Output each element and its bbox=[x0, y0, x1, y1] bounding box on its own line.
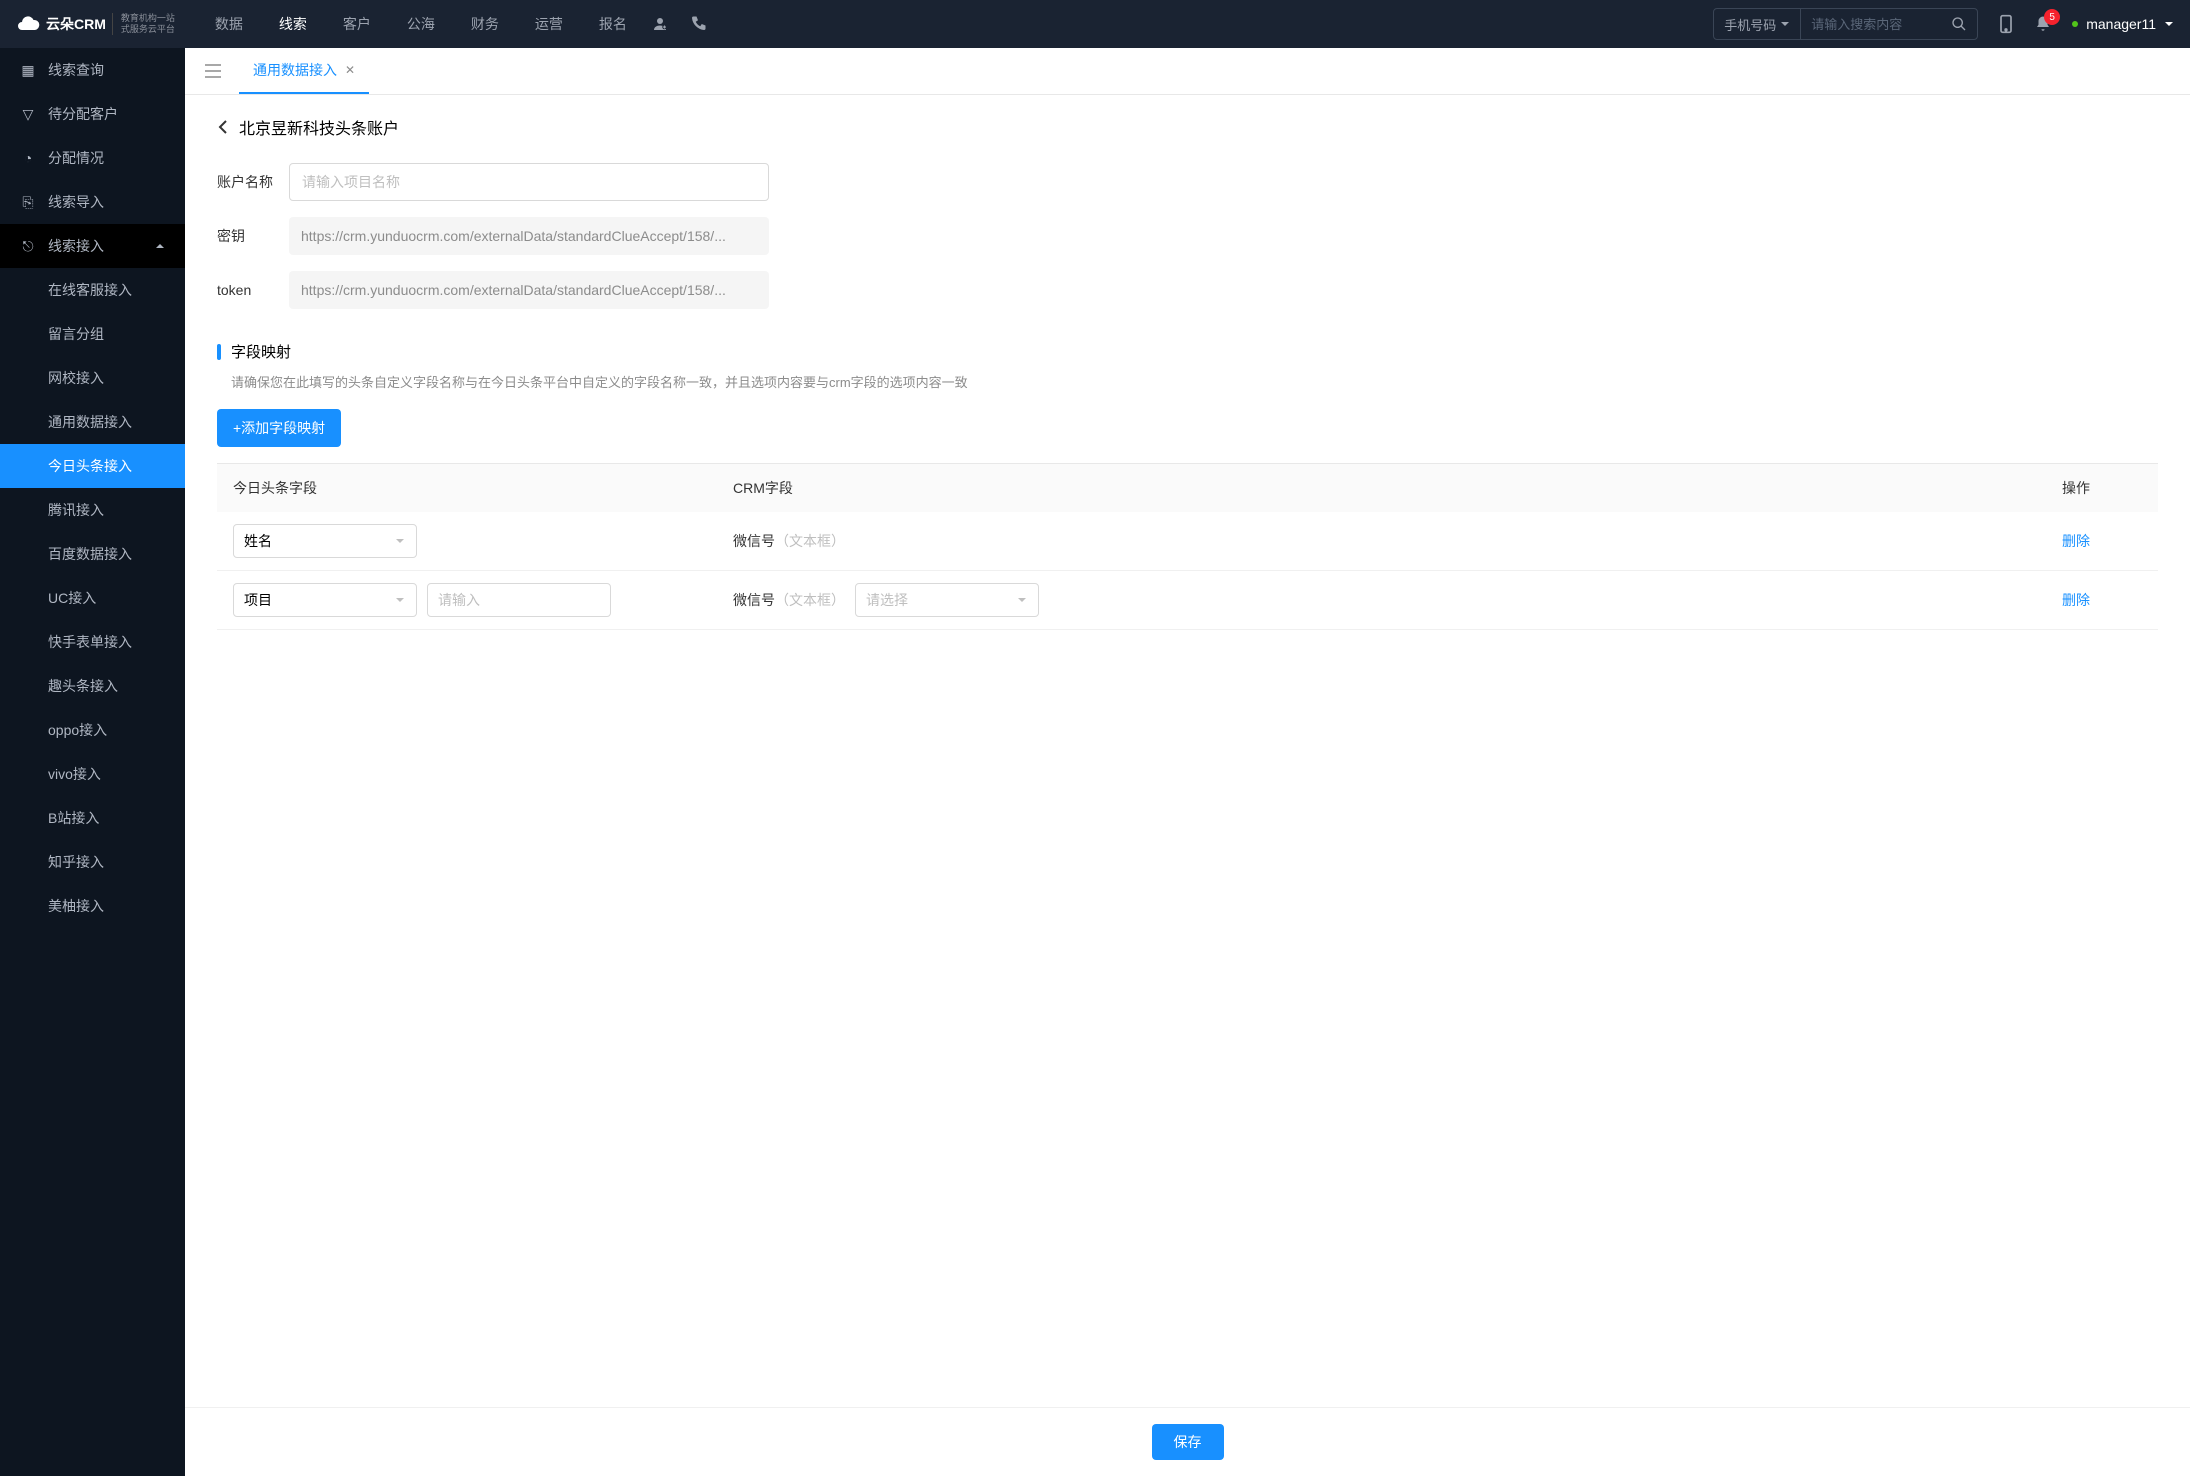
sidebar-sub-item[interactable]: 百度数据接入 bbox=[0, 532, 185, 576]
table-row: 姓名 微信号（文本框） 删除 bbox=[217, 512, 2158, 571]
sidebar-icon: ▽ bbox=[20, 106, 36, 122]
section-bar-icon bbox=[217, 344, 221, 360]
sidebar-item[interactable]: ◔分配情况 bbox=[0, 136, 185, 180]
nav-item[interactable]: 财务 bbox=[467, 0, 503, 48]
username: manager11 bbox=[2086, 16, 2156, 32]
account-name-input[interactable] bbox=[289, 163, 769, 201]
nav-item[interactable]: 运营 bbox=[531, 0, 567, 48]
sidebar-sub-item[interactable]: UC接入 bbox=[0, 576, 185, 620]
chevron-down-icon bbox=[1780, 19, 1790, 29]
search-input[interactable] bbox=[1801, 17, 1941, 32]
mapping-table: 今日头条字段 CRM字段 操作 姓名 微信号（文本框） 删除 bbox=[217, 463, 2158, 630]
col-header-crm: CRM字段 bbox=[733, 478, 2062, 498]
sidebar-sub-item[interactable]: 趣头条接入 bbox=[0, 664, 185, 708]
save-button[interactable]: 保存 bbox=[1152, 1424, 1224, 1460]
sidebar-sub-item[interactable]: 今日头条接入 bbox=[0, 444, 185, 488]
delete-button[interactable]: 删除 bbox=[2062, 533, 2090, 549]
sidebar-icon: ⎋ bbox=[20, 238, 36, 254]
sidebar-sub-item[interactable]: B站接入 bbox=[0, 796, 185, 840]
collapse-menu-icon[interactable] bbox=[197, 56, 229, 86]
phone-icon[interactable] bbox=[689, 15, 707, 33]
search-type-select[interactable]: 手机号码 bbox=[1714, 9, 1801, 39]
notification-badge: 5 bbox=[2044, 9, 2060, 25]
section-hint: 请确保您在此填写的头条自定义字段名称与在今日头条平台中自定义的字段名称一致，并且… bbox=[217, 372, 2158, 391]
toutiao-field-select[interactable]: 姓名 bbox=[233, 524, 417, 558]
sidebar-item[interactable]: ⎘线索导入 bbox=[0, 180, 185, 224]
add-mapping-button[interactable]: +添加字段映射 bbox=[217, 409, 341, 447]
sidebar-sub-item[interactable]: 知乎接入 bbox=[0, 840, 185, 884]
tab-close-icon[interactable]: ✕ bbox=[345, 63, 355, 77]
section-header: 字段映射 bbox=[217, 341, 2158, 362]
status-dot-icon bbox=[2072, 21, 2078, 27]
logo: 云朵CRM 教育机构一站 式服务云平台 bbox=[16, 12, 175, 36]
chevron-up-icon bbox=[155, 241, 165, 251]
footer: 保存 bbox=[185, 1407, 2190, 1476]
sidebar-sub-item[interactable]: 留言分组 bbox=[0, 312, 185, 356]
sidebar: ▦线索查询▽待分配客户◔分配情况⎘线索导入⎋线索接入在线客服接入留言分组网校接入… bbox=[0, 48, 185, 1476]
token-input[interactable] bbox=[289, 271, 769, 309]
sidebar-icon: ⎘ bbox=[20, 194, 36, 210]
col-header-action: 操作 bbox=[2062, 478, 2142, 498]
extra-input[interactable] bbox=[427, 583, 611, 617]
page-title: 北京昱新科技头条账户 bbox=[239, 115, 399, 139]
nav-item[interactable]: 线索 bbox=[275, 0, 311, 48]
table-row: 项目 微信号（文本框） 请选择 删除 bbox=[217, 571, 2158, 630]
page-header: 北京昱新科技头条账户 bbox=[217, 115, 2158, 139]
search-box: 手机号码 bbox=[1713, 8, 1978, 40]
sidebar-sub-item[interactable]: 快手表单接入 bbox=[0, 620, 185, 664]
chevron-down-icon bbox=[2164, 19, 2174, 29]
secret-label: 密钥 bbox=[217, 226, 289, 246]
crm-field-label: 微信号（文本框） bbox=[733, 531, 845, 551]
token-label: token bbox=[217, 282, 289, 298]
sidebar-sub-item[interactable]: oppo接入 bbox=[0, 708, 185, 752]
chevron-down-icon bbox=[394, 594, 406, 606]
sidebar-item[interactable]: ⎋线索接入 bbox=[0, 224, 185, 268]
search-button[interactable] bbox=[1941, 16, 1977, 32]
sidebar-sub-item[interactable]: 美柚接入 bbox=[0, 884, 185, 928]
sidebar-icon: ◔ bbox=[20, 150, 36, 166]
nav-item[interactable]: 公海 bbox=[403, 0, 439, 48]
user-add-icon[interactable] bbox=[651, 15, 669, 33]
nav-item[interactable]: 数据 bbox=[211, 0, 247, 48]
nav-item[interactable]: 报名 bbox=[595, 0, 631, 48]
section-title: 字段映射 bbox=[231, 341, 291, 362]
logo-text: 云朵CRM bbox=[46, 14, 106, 34]
tab-active[interactable]: 通用数据接入 ✕ bbox=[239, 48, 369, 94]
sidebar-sub-item[interactable]: 腾讯接入 bbox=[0, 488, 185, 532]
sidebar-item[interactable]: ▦线索查询 bbox=[0, 48, 185, 92]
delete-button[interactable]: 删除 bbox=[2062, 592, 2090, 608]
sidebar-sub-item[interactable]: 网校接入 bbox=[0, 356, 185, 400]
tab-bar: 通用数据接入 ✕ bbox=[185, 48, 2190, 95]
crm-option-select[interactable]: 请选择 bbox=[855, 583, 1039, 617]
cloud-logo-icon bbox=[16, 12, 40, 36]
sidebar-sub-item[interactable]: 在线客服接入 bbox=[0, 268, 185, 312]
user-menu[interactable]: manager11 bbox=[2072, 16, 2174, 32]
account-name-label: 账户名称 bbox=[217, 172, 289, 192]
mobile-icon[interactable] bbox=[1998, 14, 2014, 34]
logo-subtitle: 教育机构一站 式服务云平台 bbox=[112, 13, 175, 35]
back-button[interactable] bbox=[217, 119, 229, 135]
chevron-down-icon bbox=[1016, 594, 1028, 606]
top-nav: 数据线索客户公海财务运营报名 bbox=[211, 0, 631, 48]
table-header: 今日头条字段 CRM字段 操作 bbox=[217, 464, 2158, 512]
bell-icon[interactable]: 5 bbox=[2034, 15, 2052, 33]
sidebar-sub-item[interactable]: 通用数据接入 bbox=[0, 400, 185, 444]
secret-input[interactable] bbox=[289, 217, 769, 255]
toutiao-field-select[interactable]: 项目 bbox=[233, 583, 417, 617]
sidebar-item[interactable]: ▽待分配客户 bbox=[0, 92, 185, 136]
nav-item[interactable]: 客户 bbox=[339, 0, 375, 48]
col-header-toutiao: 今日头条字段 bbox=[233, 478, 733, 498]
sidebar-icon: ▦ bbox=[20, 62, 36, 78]
chevron-down-icon bbox=[394, 535, 406, 547]
sidebar-sub-item[interactable]: vivo接入 bbox=[0, 752, 185, 796]
tab-label: 通用数据接入 bbox=[253, 60, 337, 80]
crm-field-label: 微信号（文本框） bbox=[733, 590, 845, 610]
